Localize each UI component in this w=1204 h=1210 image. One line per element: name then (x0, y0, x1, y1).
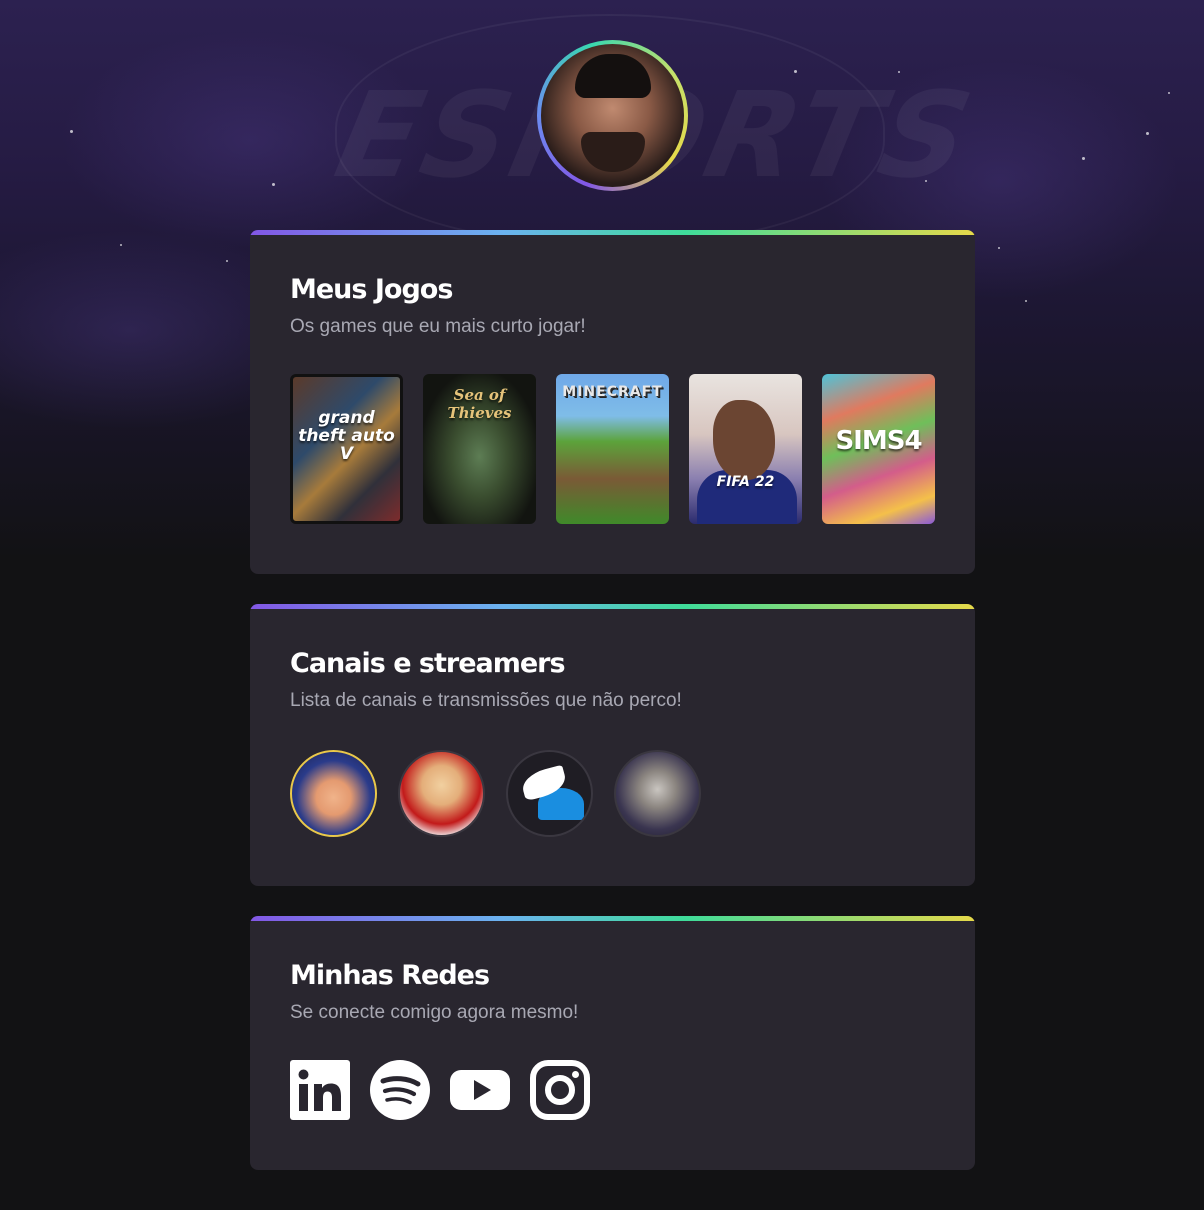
streamers-card-subtitle: Lista de canais e transmissões que não p… (290, 690, 682, 711)
streamer-avatar-3[interactable] (506, 750, 593, 837)
games-list: grand theft auto V Sea of Thieves MINECR… (290, 374, 935, 524)
spotify-icon (370, 1060, 430, 1120)
games-card: Meus Jogos Os games que eu mais curto jo… (250, 230, 975, 574)
game-sea-of-thieves[interactable]: Sea of Thieves (423, 374, 536, 524)
linkedin-icon (290, 1060, 350, 1120)
youtube-link[interactable] (450, 1060, 510, 1120)
streamers-card-title: Canais e streamers (290, 648, 566, 679)
profile-avatar (537, 40, 688, 191)
instagram-link[interactable] (530, 1060, 590, 1120)
social-links (290, 1060, 935, 1120)
streamer-avatar-1[interactable] (290, 750, 377, 837)
spotify-link[interactable] (370, 1060, 430, 1120)
game-fifa-22[interactable]: FIFA 22 (689, 374, 802, 524)
game-minecraft[interactable]: MINECRAFT (556, 374, 669, 524)
streamer-avatar-2[interactable] (398, 750, 485, 837)
streamer-avatar-4[interactable] (614, 750, 701, 837)
game-gta-v[interactable]: grand theft auto V (290, 374, 403, 524)
socials-card-title: Minhas Redes (290, 960, 490, 991)
socials-card-subtitle: Se conecte comigo agora mesmo! (290, 1002, 579, 1023)
youtube-icon (450, 1070, 510, 1110)
instagram-icon (530, 1060, 590, 1120)
socials-card: Minhas Redes Se conecte comigo agora mes… (250, 916, 975, 1170)
games-card-title: Meus Jogos (290, 274, 453, 305)
game-sims-4[interactable]: SIMS4 (822, 374, 935, 524)
user-avatar-photo (541, 44, 684, 187)
games-card-subtitle: Os games que eu mais curto jogar! (290, 316, 586, 337)
streamers-list (290, 750, 935, 837)
streamers-card: Canais e streamers Lista de canais e tra… (250, 604, 975, 886)
linkedin-link[interactable] (290, 1060, 350, 1120)
